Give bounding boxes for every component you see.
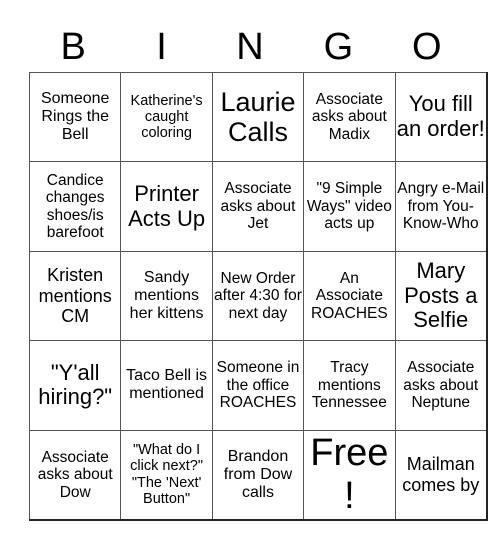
bingo-cell[interactable]: "What do I click next?" "The 'Next' Butt… — [120, 429, 213, 521]
bingo-cell[interactable]: Angry e-Mail from You-Know-Who — [394, 161, 488, 252]
bingo-cell[interactable]: New Order after 4:30 for next day — [211, 250, 305, 342]
bingo-cell[interactable]: Mary Posts a Selfie — [394, 250, 488, 342]
bingo-cell[interactable]: "Y'all hiring?" — [28, 340, 122, 431]
bingo-cell[interactable]: "9 Simple Ways" video acts up — [303, 161, 396, 252]
bingo-cell[interactable]: Associate asks about Dow — [28, 429, 122, 521]
bingo-cell[interactable]: Associate asks about Madix — [303, 71, 396, 163]
bingo-cell[interactable]: Laurie Calls — [211, 71, 305, 163]
board-row: Someone Rings the Bell Katherine's caugh… — [28, 71, 488, 163]
header-letter-g: G — [323, 26, 354, 68]
header-letter-o: O — [411, 26, 442, 68]
bingo-cell[interactable]: Someone in the office ROACHES — [211, 340, 305, 431]
bingo-cell[interactable]: Sandy mentions her kittens — [120, 250, 213, 342]
bingo-cell[interactable]: Brandon from Dow calls — [211, 429, 305, 521]
bingo-cell[interactable]: Kristen mentions CM — [28, 250, 122, 342]
board-row: Candice changes shoes/is barefoot Printe… — [28, 161, 488, 252]
bingo-cell[interactable]: An Associate ROACHES — [303, 250, 396, 342]
header-letter-n: N — [236, 26, 264, 68]
bingo-cell[interactable]: Mailman comes by — [394, 429, 488, 521]
board-row: Kristen mentions CM Sandy mentions her k… — [28, 250, 488, 342]
bingo-cell[interactable]: Associate asks about Jet — [211, 161, 305, 252]
bingo-cell[interactable]: You fill an order! — [394, 71, 488, 163]
bingo-cell[interactable]: Someone Rings the Bell — [28, 71, 122, 163]
bingo-cell[interactable]: Tracy mentions Tennessee — [303, 340, 396, 431]
bingo-board: Someone Rings the Bell Katherine's caugh… — [28, 71, 488, 521]
header-letter-b: B — [60, 26, 86, 68]
board-row: "Y'all hiring?" Taco Bell is mentioned S… — [28, 340, 488, 431]
bingo-cell[interactable]: Printer Acts Up — [120, 161, 213, 252]
bingo-cell[interactable]: Katherine's caught coloring — [120, 71, 213, 163]
bingo-cell[interactable]: Taco Bell is mentioned — [120, 340, 213, 431]
bingo-header: B I N G O — [29, 22, 471, 72]
board-row: Associate asks about Dow "What do I clic… — [28, 429, 488, 521]
free-space-cell[interactable]: Free! — [303, 429, 396, 521]
bingo-cell[interactable]: Candice changes shoes/is barefoot — [28, 161, 122, 252]
header-letter-i: I — [156, 26, 167, 68]
bingo-cell[interactable]: Associate asks about Neptune — [394, 340, 488, 431]
